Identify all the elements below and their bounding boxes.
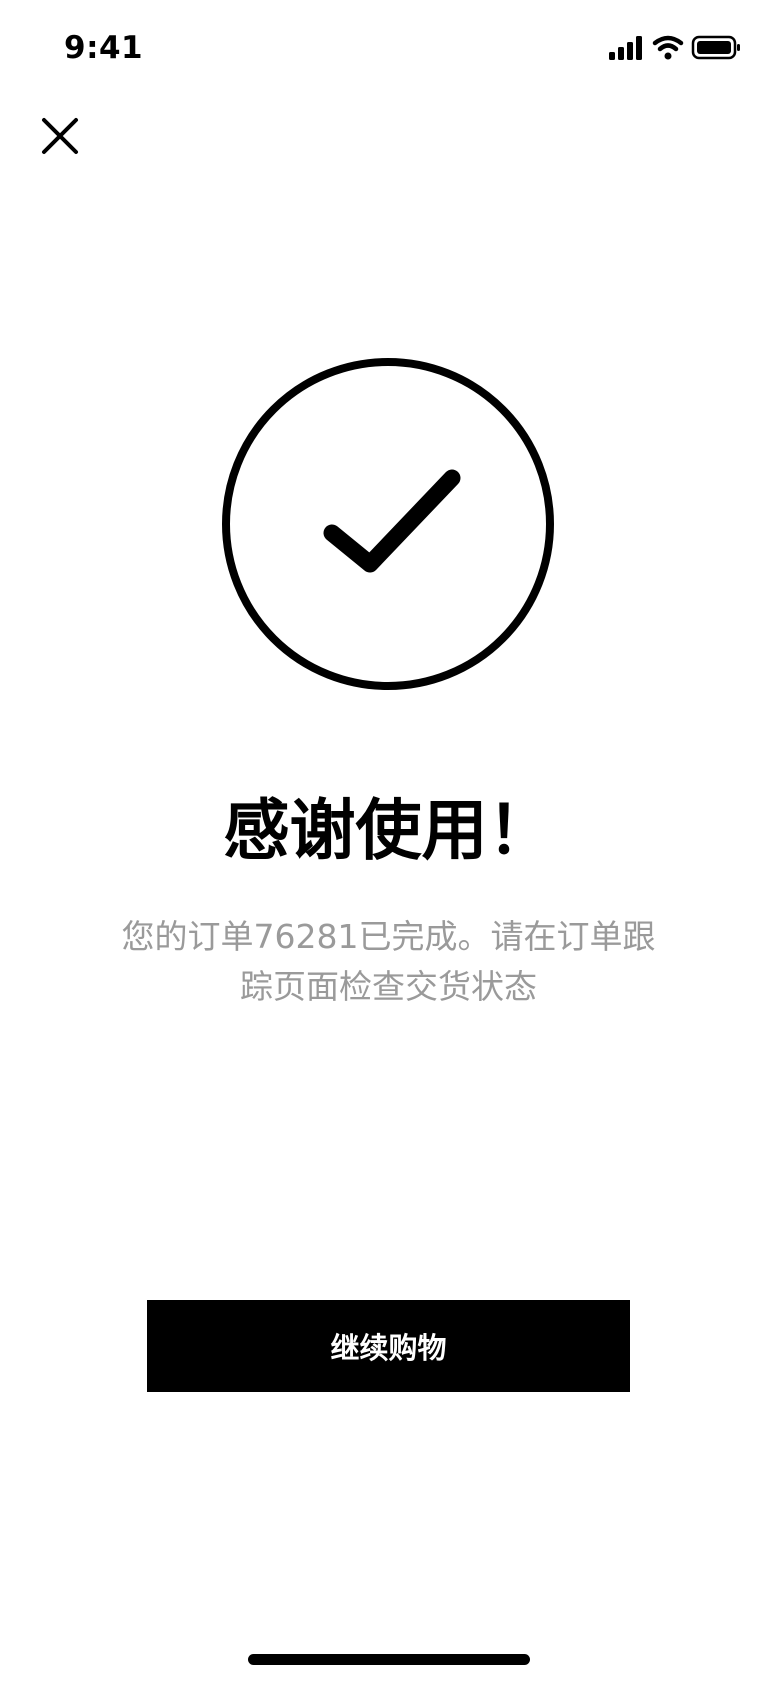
status-icons: [605, 34, 745, 62]
success-icon: [220, 356, 556, 692]
status-time: 9:41: [64, 30, 144, 66]
wifi-icon: [652, 35, 684, 60]
order-status-message: 您的订单76281已完成。请在订单跟踪页面检查交货状态: [121, 917, 656, 1006]
checkmark-circle-icon: [222, 358, 554, 690]
status-icons-graphic: [609, 35, 740, 60]
cellular-signal-icon: [609, 36, 642, 60]
close-icon[interactable]: [36, 112, 84, 160]
page-title: 感谢使用！: [223, 792, 554, 869]
home-indicator: [248, 1654, 530, 1665]
status-bar: 9:41: [0, 0, 777, 100]
close-button[interactable]: [36, 112, 84, 160]
battery-icon: [691, 35, 740, 60]
continue-shopping-button[interactable]: 继续购物: [147, 1300, 630, 1392]
